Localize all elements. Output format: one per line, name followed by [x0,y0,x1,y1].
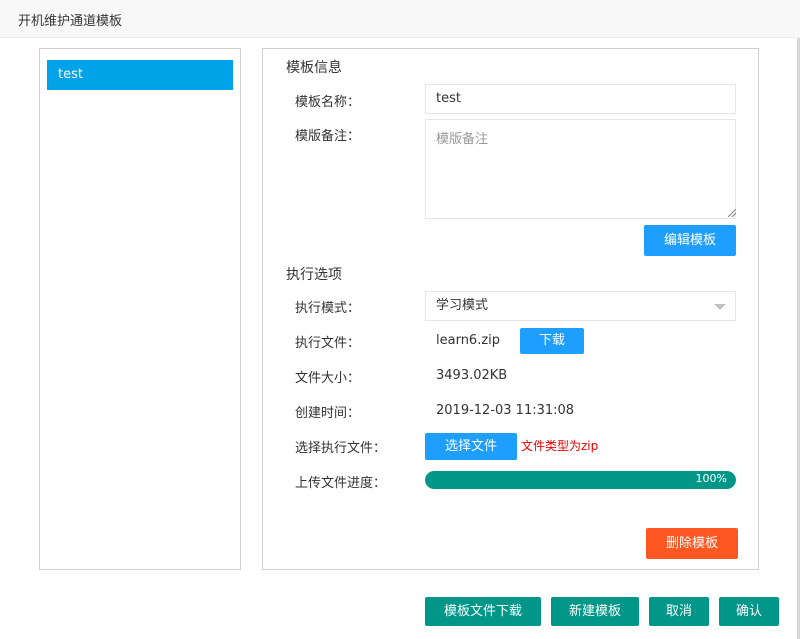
template-name-input[interactable]: test [425,84,736,114]
template-remark-label: 模版备注： [295,129,361,144]
template-list: test [39,48,241,570]
choose-file-label: 选择执行文件： [295,441,387,456]
new-template-button[interactable]: 新建模板 [551,597,639,626]
confirm-button[interactable]: 确认 [719,597,779,626]
download-template-file-button[interactable]: 模板文件下载 [425,597,541,626]
title-bar: 开机维护通道模板 [0,0,800,38]
resize-grip-icon[interactable] [728,209,736,217]
exec-file-name: learn6.zip [436,333,501,348]
edit-template-button[interactable]: 编辑模板 [644,225,736,256]
template-remark-textarea[interactable]: 模版备注 [425,119,736,219]
choose-file-button[interactable]: 选择文件 [425,433,517,460]
upload-progress-text: 100% [695,472,727,485]
file-size-value: 3493.02KB [436,368,508,383]
template-detail-panel: 模板信息 模板名称： test 模版备注： 模版备注 编辑模板 执行选项 执行模… [262,48,759,570]
exec-file-label: 执行文件： [295,336,361,351]
created-time-value: 2019-12-03 11:31:08 [436,403,575,418]
template-info-title: 模板信息 [286,60,342,76]
created-time-label: 创建时间： [295,406,361,421]
file-size-label: 文件大小： [295,371,361,386]
chevron-down-icon [714,304,726,310]
window-title: 开机维护通道模板 [18,14,123,29]
upload-progress-bar: 100% [425,471,736,489]
download-file-button[interactable]: 下载 [520,328,584,354]
cancel-button[interactable]: 取消 [649,597,709,626]
exec-mode-select[interactable]: 学习模式 [425,291,736,321]
upload-progress-label: 上传文件进度： [295,476,387,491]
upload-progress-fill [425,471,736,489]
exec-mode-label: 执行模式： [295,301,361,316]
template-name-label: 模板名称： [295,95,361,110]
template-list-item[interactable]: test [47,60,233,90]
file-type-hint: 文件类型为zip [521,439,599,453]
exec-mode-value: 学习模式 [436,298,489,313]
exec-options-title: 执行选项 [286,267,342,283]
delete-template-button[interactable]: 删除模板 [646,528,738,559]
